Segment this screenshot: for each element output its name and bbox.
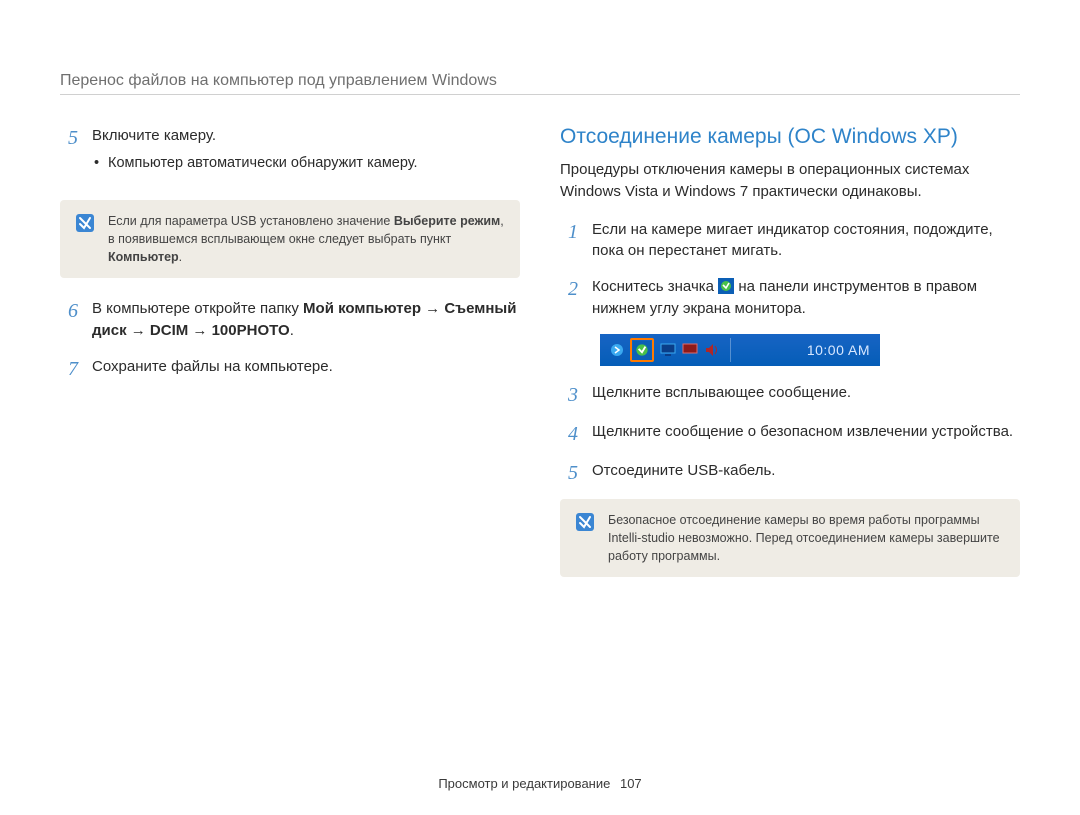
step-1: 1 Если на камере мигает индикатор состоя… xyxy=(560,219,1020,263)
taskbar-clock: 10:00 AM xyxy=(807,342,870,358)
step-6: 6 В компьютере откройте папку Мой компью… xyxy=(60,298,520,342)
note-icon xyxy=(76,214,94,232)
step-body: Включите камеру. Компьютер автоматически… xyxy=(92,125,520,186)
step-7: 7 Сохраните файлы на компьютере. xyxy=(60,356,520,381)
step-body: Щелкните сообщение о безопасном извлечен… xyxy=(592,421,1020,446)
display-icon xyxy=(682,342,698,358)
arrow-icon xyxy=(610,343,624,357)
safely-remove-icon xyxy=(633,341,651,359)
step-4: 4 Щелкните сообщение о безопасном извлеч… xyxy=(560,421,1020,446)
safely-remove-icon xyxy=(718,278,734,294)
note-part: Если для параметра USB установлено значе… xyxy=(108,214,394,228)
right-column: Отсоединение камеры (ОС Windows XP) Проц… xyxy=(560,125,1020,597)
step-body: В компьютере откройте папку Мой компьюте… xyxy=(92,298,520,342)
step-2: 2 Коснитесь значка на панели инструменто… xyxy=(560,276,1020,320)
step-body: Коснитесь значка на панели инструментов … xyxy=(592,276,1020,320)
step-3: 3 Щелкните всплывающее сообщение. xyxy=(560,382,1020,407)
page: Перенос файлов на компьютер под управлен… xyxy=(0,0,1080,815)
step-number: 6 xyxy=(60,298,78,342)
step-body: Сохраните файлы на компьютере. xyxy=(92,356,520,381)
volume-icon xyxy=(704,342,720,358)
step-number: 5 xyxy=(560,460,578,485)
step-body: Отсоедините USB-кабель. xyxy=(592,460,1020,485)
bullet-item: Компьютер автоматически обнаружит камеру… xyxy=(92,153,520,174)
page-number: 107 xyxy=(620,776,642,791)
note-bold: Компьютер xyxy=(108,250,179,264)
taskbar-left xyxy=(610,338,735,362)
step-number: 2 xyxy=(560,276,578,320)
step-number: 3 xyxy=(560,382,578,407)
taskbar: 10:00 AM xyxy=(600,334,880,366)
columns: 5 Включите камеру. Компьютер автоматичес… xyxy=(60,125,1020,597)
step-number: 7 xyxy=(60,356,78,381)
note-bold: Выберите режим xyxy=(394,214,500,228)
note-box: Если для параметра USB установлено значе… xyxy=(60,200,520,278)
step-number: 4 xyxy=(560,421,578,446)
monitor-icon xyxy=(660,342,676,358)
step-part: В компьютере откройте папку xyxy=(92,300,303,317)
section-title: Отсоединение камеры (ОС Windows XP) xyxy=(560,125,1020,149)
step-number: 5 xyxy=(60,125,78,186)
step-part: . xyxy=(290,322,294,339)
left-column: 5 Включите камеру. Компьютер автоматичес… xyxy=(60,125,520,597)
step-body: Если на камере мигает индикатор состояни… xyxy=(592,219,1020,263)
note-text: Если для параметра USB установлено значе… xyxy=(108,212,504,266)
step-body: Щелкните всплывающее сообщение. xyxy=(592,382,1020,407)
note-icon xyxy=(576,513,594,531)
taskbar-separator xyxy=(730,338,731,362)
page-title: Перенос файлов на компьютер под управлен… xyxy=(60,72,1020,95)
highlighted-tray-icon[interactable] xyxy=(630,338,654,362)
footer-label: Просмотр и редактирование xyxy=(438,776,610,791)
step-part: Коснитесь значка xyxy=(592,278,718,295)
section-intro: Процедуры отключения камеры в операционн… xyxy=(560,159,1020,203)
step-5r: 5 Отсоедините USB-кабель. xyxy=(560,460,1020,485)
note-box: Безопасное отсоединение камеры во время … xyxy=(560,499,1020,577)
note-part: . xyxy=(179,250,182,264)
note-text: Безопасное отсоединение камеры во время … xyxy=(608,511,1004,565)
step-5: 5 Включите камеру. Компьютер автоматичес… xyxy=(60,125,520,186)
step-title: Включите камеру. xyxy=(92,127,216,144)
footer: Просмотр и редактирование 107 xyxy=(60,776,1020,791)
step-number: 1 xyxy=(560,219,578,263)
